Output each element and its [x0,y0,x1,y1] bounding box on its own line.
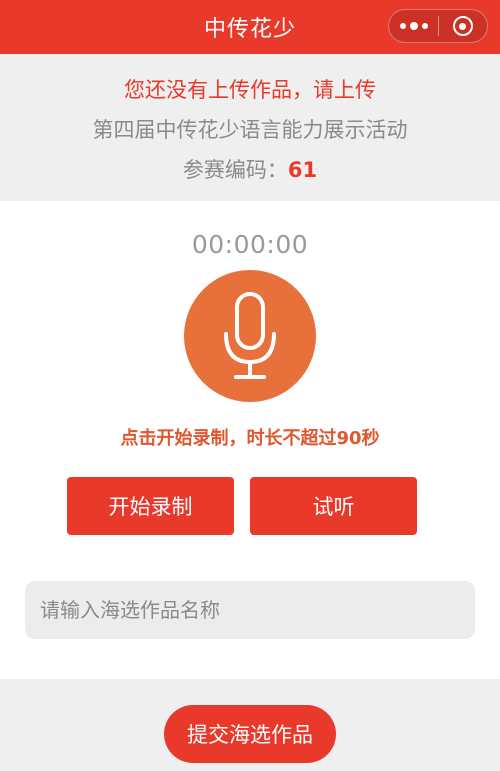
info-panel: 您还没有上传作品，请上传 第四届中传花少语言能力展示活动 参赛编码：61 [0,54,500,201]
start-record-button[interactable]: 开始录制 [67,477,234,535]
navbar: 中传花少 [0,0,500,54]
record-mic-button[interactable] [184,270,316,402]
entry-name-input[interactable] [25,581,475,639]
microphone-icon [224,292,276,379]
record-hint: 点击开始录制，时长不超过90秒 [120,428,380,449]
entry-code-value: 61 [287,158,318,182]
more-dots-icon[interactable] [389,10,438,42]
entry-code-label: 参赛编码： [182,158,288,182]
page-title: 中传花少 [203,17,296,42]
event-name: 第四届中传花少语言能力展示活动 [92,118,408,142]
entry-code: 参赛编码：61 [0,154,500,184]
mini-program-capsule [388,9,488,43]
footer-bar: 提交海选作品 [0,679,500,771]
listen-button[interactable]: 试听 [250,477,417,535]
target-close-icon[interactable] [439,10,487,42]
upload-warning: 您还没有上传作品，请上传 [124,78,376,102]
record-timer: 00:00:00 [191,230,309,259]
submit-entry-button[interactable]: 提交海选作品 [164,705,336,763]
